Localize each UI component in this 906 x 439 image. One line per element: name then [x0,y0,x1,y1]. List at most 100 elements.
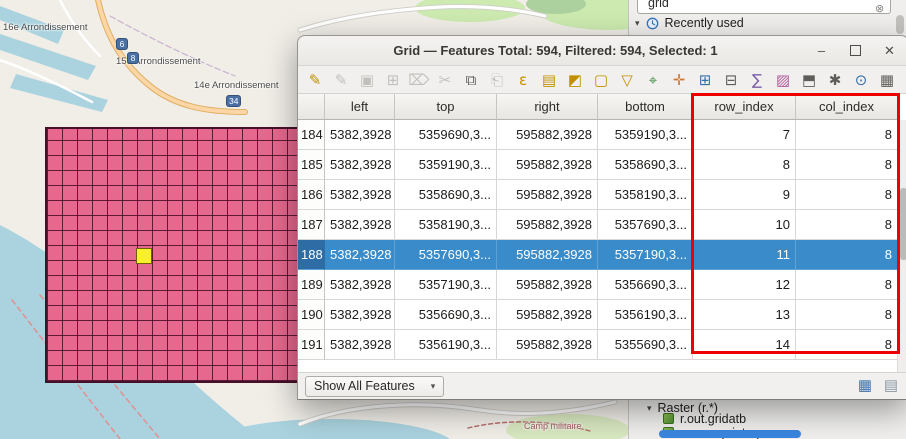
cell-top[interactable]: 5358190,3... [395,210,497,240]
table-view-button[interactable]: ▦ [855,376,875,396]
cell-bottom[interactable]: 5359190,3... [598,120,693,150]
actions-icon[interactable]: ✱ [823,68,847,92]
add-feature-icon[interactable]: ⊞ [381,68,405,92]
form-view-button[interactable]: ▤ [881,376,901,396]
open-table-icon[interactable]: ▦ [875,68,899,92]
toggle-editing-icon[interactable]: ✎ [303,68,327,92]
cell-top[interactable]: 5357690,3... [395,240,497,270]
cell-col_index[interactable]: 8 [796,180,898,210]
cell-bottom[interactable]: 5358690,3... [598,150,693,180]
cell-row_index[interactable]: 7 [693,120,796,150]
clear-search-icon[interactable]: ⊗ [875,2,884,15]
deselect-all-icon[interactable]: ▢ [589,68,613,92]
window-titlebar[interactable]: Grid — Features Total: 594, Filtered: 59… [298,36,906,66]
invert-selection-icon[interactable]: ◩ [563,68,587,92]
cell-col_index[interactable]: 8 [796,210,898,240]
table-row[interactable]: 1875382,39285358190,3...595882,392853576… [298,210,906,240]
cell-row_index[interactable]: 12 [693,270,796,300]
cell-left[interactable]: 5382,3928 [325,120,395,150]
cell-bottom[interactable]: 5356190,3... [598,300,693,330]
cell-right[interactable]: 595882,3928 [497,210,598,240]
select-by-expression-icon[interactable]: ε [511,68,535,92]
select-all-icon[interactable]: ▤ [537,68,561,92]
cut-features-icon[interactable]: ✂ [433,68,457,92]
chevron-down-icon[interactable]: ▾ [647,403,652,414]
cell-right[interactable]: 595882,3928 [497,270,598,300]
table-row[interactable]: 1845382,39285359690,3...595882,392853591… [298,120,906,150]
cell-right[interactable]: 595882,3928 [497,330,598,360]
conditional-formatting-icon[interactable]: ▨ [771,68,795,92]
cell-col_index[interactable]: 8 [796,270,898,300]
new-field-icon[interactable]: ⊞ [693,68,717,92]
cell-top[interactable]: 5359690,3... [395,120,497,150]
cell-left[interactable]: 5382,3928 [325,240,395,270]
zoom-to-selection-icon[interactable]: ⌖ [641,68,665,92]
cell-col_index[interactable]: 8 [796,120,898,150]
pan-to-selection-icon[interactable]: ✛ [667,68,691,92]
table-corner-cell[interactable] [298,94,325,120]
toolbox-item-r.out.gridatb[interactable]: r.out.gridatb [663,412,902,425]
table-row[interactable]: 1905382,39285356690,3...595882,392853561… [298,300,906,330]
table-row[interactable]: 1855382,39285359190,3...595882,392853586… [298,150,906,180]
cell-bottom[interactable]: 5356690,3... [598,270,693,300]
cell-col_index[interactable]: 8 [796,330,898,360]
cell-right[interactable]: 595882,3928 [497,300,598,330]
cell-bottom[interactable]: 5357690,3... [598,210,693,240]
save-edits-icon[interactable]: ▣ [355,68,379,92]
scrollbar-thumb[interactable] [900,188,906,260]
cell-right[interactable]: 595882,3928 [497,120,598,150]
cell-top[interactable]: 5359190,3... [395,150,497,180]
delete-field-icon[interactable]: ⊟ [719,68,743,92]
cell-top[interactable]: 5356190,3... [395,330,497,360]
delete-selected-icon[interactable]: ⌦ [407,68,431,92]
column-header-right[interactable]: right [497,94,598,120]
filter-select-features-icon[interactable]: ▽ [615,68,639,92]
table-row[interactable]: 1865382,39285358690,3...595882,392853581… [298,180,906,210]
column-header-bottom[interactable]: bottom [598,94,693,120]
cell-top[interactable]: 5358690,3... [395,180,497,210]
row-number[interactable]: 185 [298,150,325,180]
table-vertical-scrollbar[interactable] [897,120,906,372]
maximize-button[interactable] [845,40,866,61]
toolbox-group-recently-used[interactable]: ▾ Recently used [635,16,744,30]
cell-bottom[interactable]: 5358190,3... [598,180,693,210]
cell-top[interactable]: 5357190,3... [395,270,497,300]
cell-right[interactable]: 595882,3928 [497,180,598,210]
field-calculator-icon[interactable]: ∑ [745,68,769,92]
cell-bottom[interactable]: 5355690,3... [598,330,693,360]
column-header-top[interactable]: top [395,94,497,120]
table-row[interactable]: 1915382,39285356190,3...595882,392853556… [298,330,906,360]
cell-row_index[interactable]: 11 [693,240,796,270]
dock-attribute-table-icon[interactable]: ⬒ [797,68,821,92]
row-number[interactable]: 189 [298,270,325,300]
cell-left[interactable]: 5382,3928 [325,150,395,180]
cell-left[interactable]: 5382,3928 [325,180,395,210]
chevron-down-icon[interactable]: ▾ [635,18,640,29]
row-number[interactable]: 190 [298,300,325,330]
feature-filter-button[interactable]: Show All Features ▾ [305,376,444,397]
toolbox-horizontal-scrollbar[interactable] [659,430,801,438]
close-button[interactable]: ✕ [879,40,900,61]
paste-features-icon[interactable]: ⎗ [485,68,509,92]
cell-col_index[interactable]: 8 [796,150,898,180]
cell-left[interactable]: 5382,3928 [325,210,395,240]
cell-row_index[interactable]: 14 [693,330,796,360]
row-number[interactable]: 184 [298,120,325,150]
column-header-row_index[interactable]: row_index [693,94,796,120]
column-header-col_index[interactable]: col_index [796,94,898,120]
cell-row_index[interactable]: 9 [693,180,796,210]
table-row[interactable]: 1895382,39285357190,3...595882,392853566… [298,270,906,300]
cell-top[interactable]: 5356690,3... [395,300,497,330]
cell-bottom[interactable]: 5357190,3... [598,240,693,270]
cell-left[interactable]: 5382,3928 [325,300,395,330]
cell-row_index[interactable]: 8 [693,150,796,180]
cell-row_index[interactable]: 13 [693,300,796,330]
cell-col_index[interactable]: 8 [796,240,898,270]
copy-features-icon[interactable]: ⧉ [459,68,483,92]
row-number[interactable]: 186 [298,180,325,210]
minimize-button[interactable]: – [811,40,832,61]
row-number[interactable]: 188 [298,240,325,270]
row-number[interactable]: 187 [298,210,325,240]
table-row[interactable]: 1885382,39285357690,3...595882,392853571… [298,240,906,270]
cell-right[interactable]: 595882,3928 [497,240,598,270]
